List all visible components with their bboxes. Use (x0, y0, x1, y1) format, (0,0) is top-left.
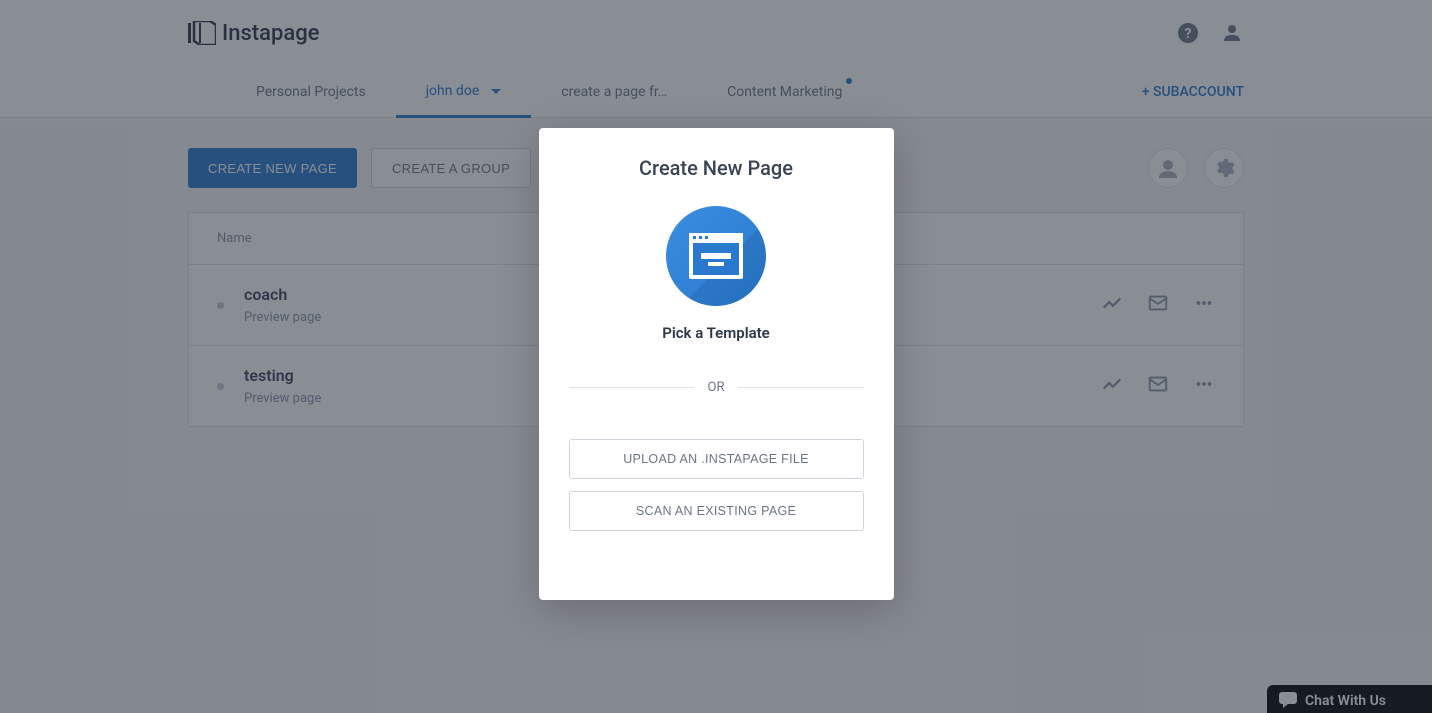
divider-text: OR (694, 380, 739, 395)
template-window-icon (689, 233, 743, 279)
divider: OR (569, 380, 864, 395)
create-new-page-modal: Create New Page Pick a Template OR UPLOA… (539, 128, 894, 600)
scan-existing-page-button[interactable]: SCAN AN EXISTING PAGE (569, 491, 864, 531)
upload-instapage-file-button[interactable]: UPLOAD AN .INSTAPAGE FILE (569, 439, 864, 479)
modal-title: Create New Page (639, 156, 793, 180)
pick-a-template-label: Pick a Template (662, 324, 770, 342)
modal-overlay[interactable]: Create New Page Pick a Template OR UPLOA… (0, 0, 1432, 713)
pick-a-template-button[interactable] (666, 206, 766, 306)
